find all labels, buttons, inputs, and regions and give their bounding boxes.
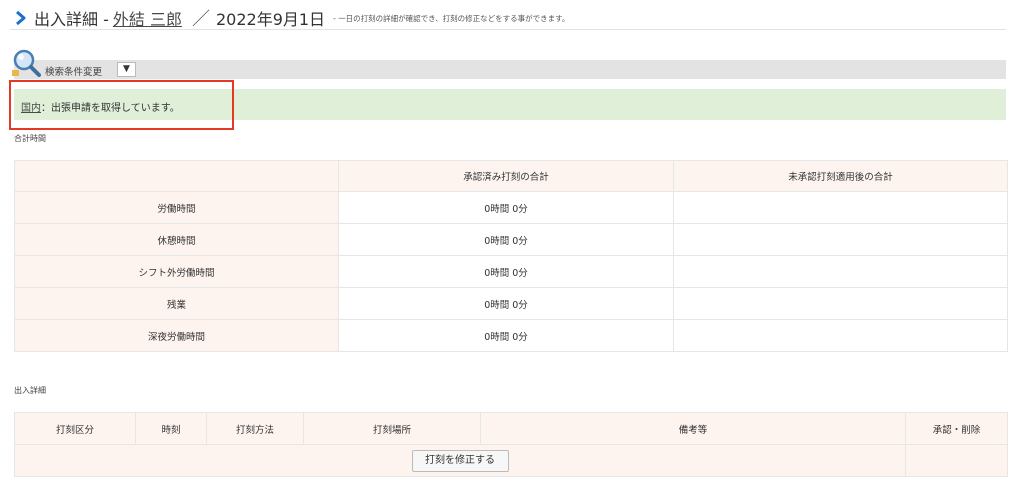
row-label: 残業 — [14, 287, 339, 320]
summary-section-title: 合計時間 — [14, 134, 46, 143]
table-row: 残業 0時間 0分 — [14, 287, 1008, 320]
row-label: 深夜労働時間 — [14, 319, 339, 352]
page-header: 出入詳細 - 外結 三郎 ／ 2022年9月1日 - 一日の打刻の詳細が確認でき… — [14, 6, 569, 30]
header-divider — [10, 29, 1006, 30]
unapproved-value — [673, 319, 1008, 352]
details-action-row: 打刻を修正する — [14, 444, 1008, 477]
search-toggle-button[interactable]: ▼ — [117, 62, 136, 77]
row-label: 労働時間 — [14, 191, 339, 224]
fix-stamp-button[interactable]: 打刻を修正する — [411, 449, 509, 472]
summary-header-approved: 承認済み打刻の合計 — [338, 160, 674, 192]
page-description: - 一日の打刻の詳細が確認でき、打刻の修正などをする事ができます。 — [333, 13, 570, 23]
table-row: 労働時間 0時間 0分 — [14, 191, 1008, 224]
row-label: シフト外労働時間 — [14, 255, 339, 288]
unapproved-value — [673, 223, 1008, 256]
header-approve-delete: 承認・削除 — [905, 412, 1008, 445]
highlight-box — [9, 80, 234, 130]
details-header-row: 打刻区分 時刻 打刻方法 打刻場所 備考等 承認・削除 — [14, 412, 1008, 445]
page-date: 2022年9月1日 — [215, 10, 326, 29]
approved-value: 0時間 0分 — [338, 191, 674, 224]
title-separator: ／ — [191, 9, 210, 30]
details-section-title: 出入詳細 — [14, 386, 46, 395]
table-row: 深夜労働時間 0時間 0分 — [14, 319, 1008, 352]
approved-value: 0時間 0分 — [338, 223, 674, 256]
header-stamp-location: 打刻場所 — [303, 412, 481, 445]
table-row: シフト外労働時間 0時間 0分 — [14, 255, 1008, 288]
summary-header-unapproved: 未承認打刻適用後の合計 — [673, 160, 1008, 192]
header-remarks: 備考等 — [480, 412, 906, 445]
row-label: 休憩時間 — [14, 223, 339, 256]
summary-header-row: 承認済み打刻の合計 未承認打刻適用後の合計 — [14, 160, 1008, 192]
summary-header-blank — [14, 160, 339, 192]
unapproved-value — [673, 287, 1008, 320]
user-name-link[interactable]: 外結 三郎 — [113, 6, 182, 30]
header-stamp-method: 打刻方法 — [206, 412, 304, 445]
header-time: 時刻 — [135, 412, 207, 445]
search-condition-label[interactable]: 検索条件変更 — [45, 64, 102, 78]
magnifier-icon[interactable] — [11, 48, 43, 78]
fix-button-cell: 打刻を修正する — [14, 444, 906, 477]
header-stamp-type: 打刻区分 — [14, 412, 136, 445]
approved-value: 0時間 0分 — [338, 319, 674, 352]
summary-table: 承認済み打刻の合計 未承認打刻適用後の合計 労働時間 0時間 0分 休憩時間 0… — [14, 160, 1008, 352]
page-title: 出入詳細 - — [34, 10, 109, 29]
search-condition-bar[interactable] — [14, 60, 1006, 79]
approved-value: 0時間 0分 — [338, 287, 674, 320]
unapproved-value — [673, 191, 1008, 224]
details-table: 打刻区分 時刻 打刻方法 打刻場所 備考等 承認・削除 打刻を修正する — [14, 412, 1008, 477]
unapproved-value — [673, 255, 1008, 288]
table-row: 休憩時間 0時間 0分 — [14, 223, 1008, 256]
approved-value: 0時間 0分 — [338, 255, 674, 288]
approve-delete-cell — [905, 444, 1008, 477]
chevron-right-icon — [16, 10, 26, 26]
